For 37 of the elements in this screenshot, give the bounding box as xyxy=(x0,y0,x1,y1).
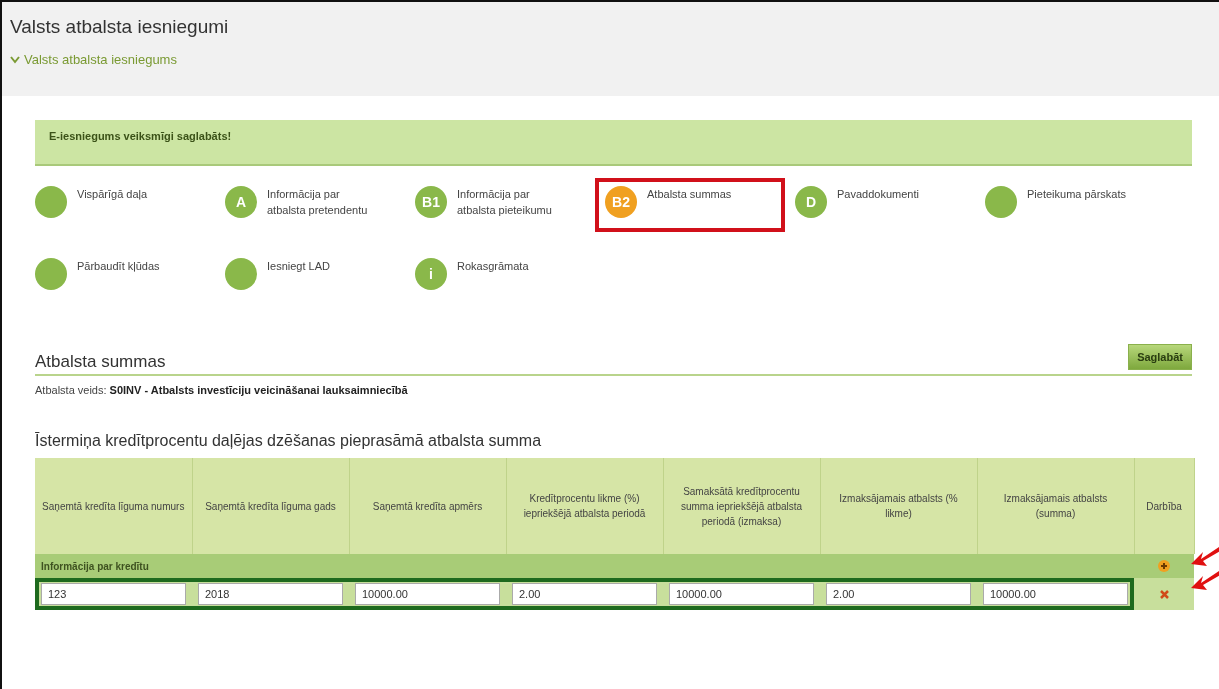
column-header: Saņemtā kredīta apmērs xyxy=(349,458,506,554)
step-link[interactable]: Atbalsta summas xyxy=(647,186,732,202)
step-link[interactable]: Vispārīgā daļa xyxy=(77,186,148,202)
step-link[interactable]: Rokasgrāmata xyxy=(457,258,529,274)
input-field[interactable]: 10000.00 xyxy=(355,583,500,605)
step-link[interactable]: Pavaddokumenti xyxy=(837,186,919,202)
add-icon[interactable] xyxy=(1158,560,1170,573)
column-header: Samaksātā kredītprocentu summa iepriekšējā atbalsta periodā (izmaksa) xyxy=(663,458,820,554)
step-badge[interactable] xyxy=(985,186,1017,218)
step-link[interactable]: Pieteikuma pārskats xyxy=(1027,186,1127,202)
column-header: Izmaksājamais atbalsts (summa) xyxy=(977,458,1134,554)
step-link[interactable]: Informācija par atbalsta pretendentu xyxy=(267,186,379,218)
save-button[interactable]: Saglabāt xyxy=(1128,344,1192,370)
section-title: Atbalsta summas xyxy=(35,352,166,372)
column-header: Saņemtā kredīta līguma gads xyxy=(192,458,349,554)
column-header: Kredītprocentu likme (%) iepriekšējā atbalsta periodā xyxy=(506,458,663,554)
column-header: Izmaksājamais atbalsts (% likme) xyxy=(820,458,977,554)
step-badge[interactable] xyxy=(35,186,67,218)
step-link[interactable]: Iesniegt LAD xyxy=(267,258,330,274)
step-link[interactable]: Informācija par atbalsta pieteikumu xyxy=(457,186,569,218)
input-field[interactable]: 10000.00 xyxy=(983,583,1128,605)
column-header: Darbība xyxy=(1134,458,1194,554)
group-row: Informācija par kredītu xyxy=(35,554,1134,578)
table-title: Īstermiņa kredītprocentu daļējas dzēšanas pieprasāmā atbalsta summa xyxy=(35,432,543,450)
input-field[interactable]: 10000.00 xyxy=(669,583,814,605)
step-badge[interactable] xyxy=(225,258,257,290)
input-field[interactable]: 123 xyxy=(41,583,186,605)
page-title: Valsts atbalsta iesniegumi xyxy=(10,16,229,38)
success-message: E-iesniegums veiksmīgi saglabāts! xyxy=(35,120,1192,166)
delete-icon[interactable] xyxy=(1159,590,1169,600)
step-badge[interactable] xyxy=(35,258,67,290)
column-header: Saņemtā kredīta līguma numurs xyxy=(35,458,192,554)
step-link[interactable]: Pārbaudīt kļūdas xyxy=(77,258,160,274)
input-field[interactable]: 2018 xyxy=(198,583,343,605)
input-field[interactable]: 2.00 xyxy=(826,583,971,605)
input-field[interactable]: 2.00 xyxy=(512,583,657,605)
support-type-text: Atbalsta veids: S0INV - Atbalsts investīciju veicināšanai lauksaimniecībā xyxy=(35,384,409,396)
